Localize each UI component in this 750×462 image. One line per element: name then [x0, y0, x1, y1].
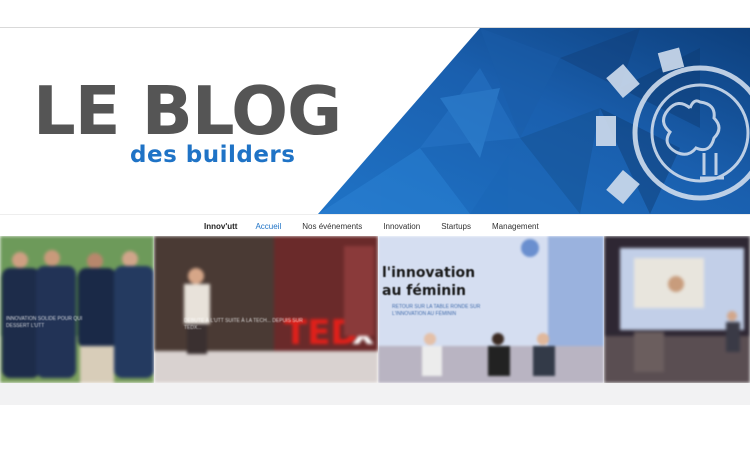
slider-bottom-band	[0, 383, 750, 405]
featured-slider: INNOVATION SOLIDE POUR QUI DESSERT L'UTT…	[0, 236, 750, 383]
slide-caption: RETOUR SUR LA TABLE RONDE SUR L'INNOVATI…	[392, 304, 481, 317]
slide-tedx[interactable]: TED x DEBUTE À L'UTT SUITE À LA TECH... …	[154, 236, 378, 383]
blog-title: LE BLOG	[33, 72, 342, 150]
nav-item-startups[interactable]: Startups	[441, 222, 471, 231]
slide-image	[604, 236, 750, 383]
slide-image: TED x	[154, 236, 378, 383]
nav-item-management[interactable]: Management	[492, 222, 539, 231]
slide-innovation-feminin[interactable]: l'innovation au féminin RETOUR SUR LA TA…	[378, 236, 604, 383]
nav-item-accueil[interactable]: Accueil	[255, 222, 281, 231]
slide-heading: l'innovation au féminin	[382, 265, 476, 299]
slide-caption: DEBUTE À L'UTT SUITE À LA TECH... DEPUIS…	[184, 318, 303, 331]
nav-item-innovation[interactable]: Innovation	[383, 222, 420, 231]
nav-brand-link[interactable]: Innov'utt	[204, 222, 237, 231]
main-navigation: Innov'utt Accueil Nos événements Innovat…	[0, 214, 750, 237]
nav-item-nos-evenements[interactable]: Nos événements	[302, 222, 362, 231]
slide-conference[interactable]	[604, 236, 750, 383]
slide-group-photo[interactable]: INNOVATION SOLIDE POUR QUI DESSERT L'UTT	[0, 236, 154, 383]
blog-subtitle: des builders	[130, 142, 296, 168]
slide-image	[0, 236, 154, 383]
blog-banner: LE BLOG des builders	[0, 28, 750, 214]
slide-caption: INNOVATION SOLIDE POUR QUI DESSERT L'UTT	[6, 316, 83, 329]
